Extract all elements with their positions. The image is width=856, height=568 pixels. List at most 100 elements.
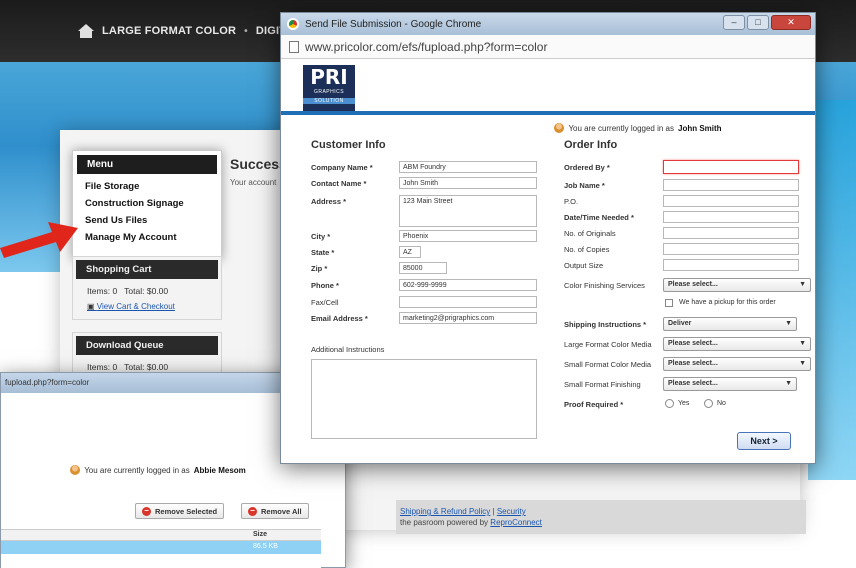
copies-input[interactable] xyxy=(663,243,799,255)
success-subtitle: Your account xyxy=(230,178,277,187)
form-header: PRI GRAPHICS SOLUTION xyxy=(281,59,815,115)
cart-total: Total: $0.00 xyxy=(124,286,169,296)
login-status: You are currently logged in as John Smit… xyxy=(461,123,815,133)
state-input[interactable]: AZ xyxy=(399,246,421,258)
shipping-select-value: Deliver xyxy=(668,320,692,327)
minimize-icon[interactable]: – xyxy=(723,15,745,30)
send-file-window: Send File Submission - Google Chrome – □… xyxy=(280,12,816,464)
shipping-label: Shipping Instructions * xyxy=(564,320,647,329)
contact-label: Contact Name * xyxy=(311,179,367,188)
finishing-select[interactable]: Please select... ▼ xyxy=(663,278,811,292)
file-upload-url: fupload.php?form=color xyxy=(5,378,90,387)
city-input[interactable]: Phoenix xyxy=(399,230,537,242)
pickup-checkbox[interactable] xyxy=(665,299,673,307)
originals-input[interactable] xyxy=(663,227,799,239)
job-name-input[interactable] xyxy=(663,179,799,191)
menu-item-file-storage[interactable]: File Storage xyxy=(73,178,221,195)
proof-no-radio[interactable] xyxy=(704,399,713,408)
date-needed-input[interactable] xyxy=(663,211,799,223)
email-label: Email Address * xyxy=(311,314,368,323)
small-media-select[interactable]: Please select... ▼ xyxy=(663,357,811,371)
file-table: Size 86.5 KB xyxy=(1,529,321,568)
remove-selected-button[interactable]: − Remove Selected xyxy=(135,503,225,519)
logo-subtext: GRAPHICS xyxy=(313,89,345,95)
email-input[interactable]: marketing2@prigraphics.com xyxy=(399,312,537,324)
site-menu: Menu File Storage Construction Signage S… xyxy=(72,150,222,260)
login-prefix-2: You are currently logged in as xyxy=(84,465,190,475)
nav-item-large-format[interactable]: LARGE FORMAT COLOR xyxy=(102,25,236,37)
size-column-header[interactable]: Size xyxy=(253,531,267,538)
view-cart-link[interactable]: ▣ View Cart & Checkout xyxy=(73,300,221,317)
contact-input[interactable]: John Smith xyxy=(399,177,537,189)
company-input[interactable]: ABM Foundry xyxy=(399,161,537,173)
table-row[interactable]: 86.5 KB xyxy=(1,541,321,555)
next-button[interactable]: Next > xyxy=(737,432,791,450)
date-needed-label: Date/Time Needed * xyxy=(564,213,634,222)
small-finishing-select-value: Please select... xyxy=(668,380,718,387)
cart-items: Items: 0 xyxy=(87,286,118,296)
maximize-icon[interactable]: □ xyxy=(747,15,769,30)
remove-icon: − xyxy=(142,506,151,516)
login-user: John Smith xyxy=(678,123,722,133)
finishing-label: Color Finishing Services xyxy=(564,281,645,290)
success-title: Success xyxy=(230,156,287,172)
user-icon xyxy=(70,465,81,475)
ordered-by-input[interactable] xyxy=(663,160,799,174)
remove-all-button[interactable]: − Remove All xyxy=(241,503,309,519)
city-label: City * xyxy=(311,232,331,241)
small-media-label: Small Format Color Media xyxy=(564,360,652,369)
login-status-2: You are currently logged in as Abbie Mes… xyxy=(0,465,345,475)
chevron-down-icon: ▼ xyxy=(799,360,806,367)
fax-input[interactable] xyxy=(399,296,537,308)
ordered-by-label: Ordered By * xyxy=(564,163,610,172)
footer-sep: | xyxy=(492,507,495,516)
address-label: Address * xyxy=(311,197,347,206)
remove-all-label: Remove All xyxy=(261,506,302,516)
login-user-2: Abbie Mesom xyxy=(193,465,246,475)
large-media-select[interactable]: Please select... ▼ xyxy=(663,337,811,351)
proof-yes-label: Yes xyxy=(678,400,690,407)
logo-text: PRI xyxy=(310,65,348,89)
view-cart-link-text[interactable]: View Cart & Checkout xyxy=(97,302,175,311)
menu-item-send-us-files[interactable]: Send Us Files xyxy=(73,212,221,229)
chevron-down-icon: ▼ xyxy=(785,380,792,387)
shipping-policy-link[interactable]: Shipping & Refund Policy xyxy=(400,507,490,516)
copies-label: No. of Copies xyxy=(564,245,610,254)
footer-powered-by: the pasroom powered by xyxy=(400,518,489,527)
instructions-textarea[interactable] xyxy=(311,359,537,439)
address-input[interactable]: 123 Main Street xyxy=(399,195,537,227)
red-arrow-icon xyxy=(0,222,78,258)
po-label: P.O. xyxy=(564,197,579,206)
table-row[interactable] xyxy=(1,555,321,568)
home-icon[interactable] xyxy=(78,24,94,38)
chrome-icon xyxy=(287,18,299,30)
cart-icon: ▣ xyxy=(87,302,95,311)
queue-items: Items: 0 xyxy=(87,362,118,372)
login-prefix: You are currently logged in as xyxy=(568,123,674,133)
reproconnect-link[interactable]: ReproConnect xyxy=(490,518,542,527)
address-url[interactable]: www.pricolor.com/efs/fupload.php?form=co… xyxy=(305,40,547,54)
small-finishing-select[interactable]: Please select... ▼ xyxy=(663,377,797,391)
menu-item-construction-signage[interactable]: Construction Signage xyxy=(73,195,221,212)
shopping-cart-title: Shopping Cart xyxy=(76,260,218,279)
large-media-label: Large Format Color Media xyxy=(564,340,652,349)
proof-no-label: No xyxy=(717,400,726,407)
queue-total: Total: $0.00 xyxy=(124,362,169,372)
company-label: Company Name * xyxy=(311,163,373,172)
close-icon[interactable]: ✕ xyxy=(771,15,811,30)
pri-graphics-logo: PRI GRAPHICS SOLUTION xyxy=(303,65,355,111)
user-icon xyxy=(554,123,565,133)
nav-separator: • xyxy=(244,25,248,37)
shipping-select[interactable]: Deliver ▼ xyxy=(663,317,797,331)
zip-input[interactable]: 85000 xyxy=(399,262,447,274)
shopping-cart-box: Shopping Cart Items: 0 Total: $0.00 ▣ Vi… xyxy=(72,256,222,320)
proof-yes-radio[interactable] xyxy=(665,399,674,408)
originals-label: No. of Originals xyxy=(564,229,616,238)
large-media-select-value: Please select... xyxy=(668,340,718,347)
phone-input[interactable]: 602-999-9999 xyxy=(399,279,537,291)
po-input[interactable] xyxy=(663,195,799,207)
output-size-input[interactable] xyxy=(663,259,799,271)
menu-item-manage-account[interactable]: Manage My Account xyxy=(73,229,221,246)
security-link[interactable]: Security xyxy=(497,507,526,516)
address-bar[interactable]: www.pricolor.com/efs/fupload.php?form=co… xyxy=(281,35,815,59)
